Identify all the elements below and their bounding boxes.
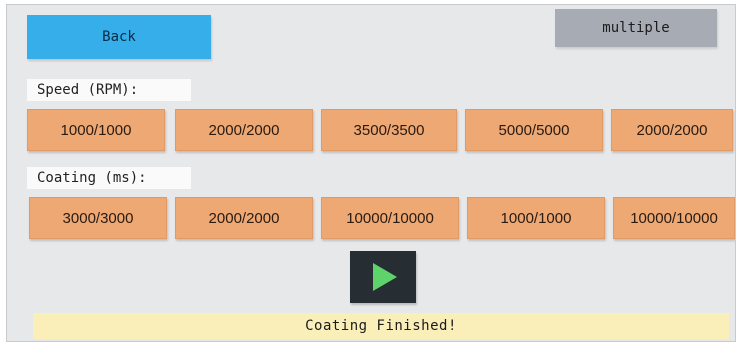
coating-preset-button-4[interactable]: 1000/1000 [467,197,605,239]
coating-preset-label: 3000/3000 [62,209,134,227]
speed-preset-label: 2000/2000 [636,121,708,139]
status-text: Coating Finished! [305,318,457,334]
coating-preset-row: 3000/3000 2000/2000 10000/10000 1000/100… [25,197,735,241]
speed-preset-button-3[interactable]: 3500/3500 [321,109,457,151]
coater-screen: Back multiple Speed (RPM): 1000/1000 200… [6,4,736,342]
coating-preset-label: 10000/10000 [346,209,434,227]
back-button-label: Back [102,29,136,45]
play-icon [373,263,397,291]
speed-preset-label: 5000/5000 [498,121,570,139]
coating-preset-label: 1000/1000 [500,209,572,227]
coating-preset-button-2[interactable]: 2000/2000 [175,197,313,239]
speed-preset-button-1[interactable]: 1000/1000 [27,109,165,151]
speed-preset-label: 3500/3500 [353,121,425,139]
multiple-button[interactable]: multiple [555,9,717,47]
speed-preset-label: 2000/2000 [208,121,280,139]
speed-preset-label: 1000/1000 [60,121,132,139]
start-coating-button[interactable] [350,251,416,303]
status-bar: Coating Finished! [33,313,729,339]
coating-preset-button-5[interactable]: 10000/10000 [613,197,735,239]
coating-preset-button-3[interactable]: 10000/10000 [321,197,459,239]
coating-label: Coating (ms): [27,167,191,189]
speed-preset-button-2[interactable]: 2000/2000 [175,109,313,151]
speed-preset-button-5[interactable]: 2000/2000 [611,109,733,151]
coating-preset-label: 10000/10000 [630,209,718,227]
coating-preset-label: 2000/2000 [208,209,280,227]
speed-label: Speed (RPM): [27,79,191,101]
coating-preset-button-1[interactable]: 3000/3000 [29,197,167,239]
speed-preset-button-4[interactable]: 5000/5000 [465,109,603,151]
multiple-button-label: multiple [602,20,670,36]
back-button[interactable]: Back [27,15,211,59]
speed-preset-row: 1000/1000 2000/2000 3500/3500 5000/5000 … [25,109,735,153]
